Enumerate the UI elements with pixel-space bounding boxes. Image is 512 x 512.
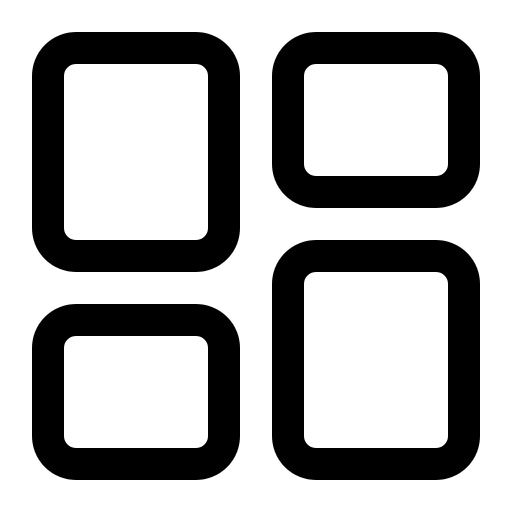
- panel-wide-bottom-left-icon: [32, 304, 240, 480]
- icon-canvas: [0, 0, 512, 512]
- dashboard-layout-icon: [32, 32, 480, 480]
- panel-tall-bottom-right-icon: [272, 240, 480, 480]
- panel-wide-top-right-icon: [272, 32, 480, 208]
- panel-tall-top-left-icon: [32, 32, 240, 272]
